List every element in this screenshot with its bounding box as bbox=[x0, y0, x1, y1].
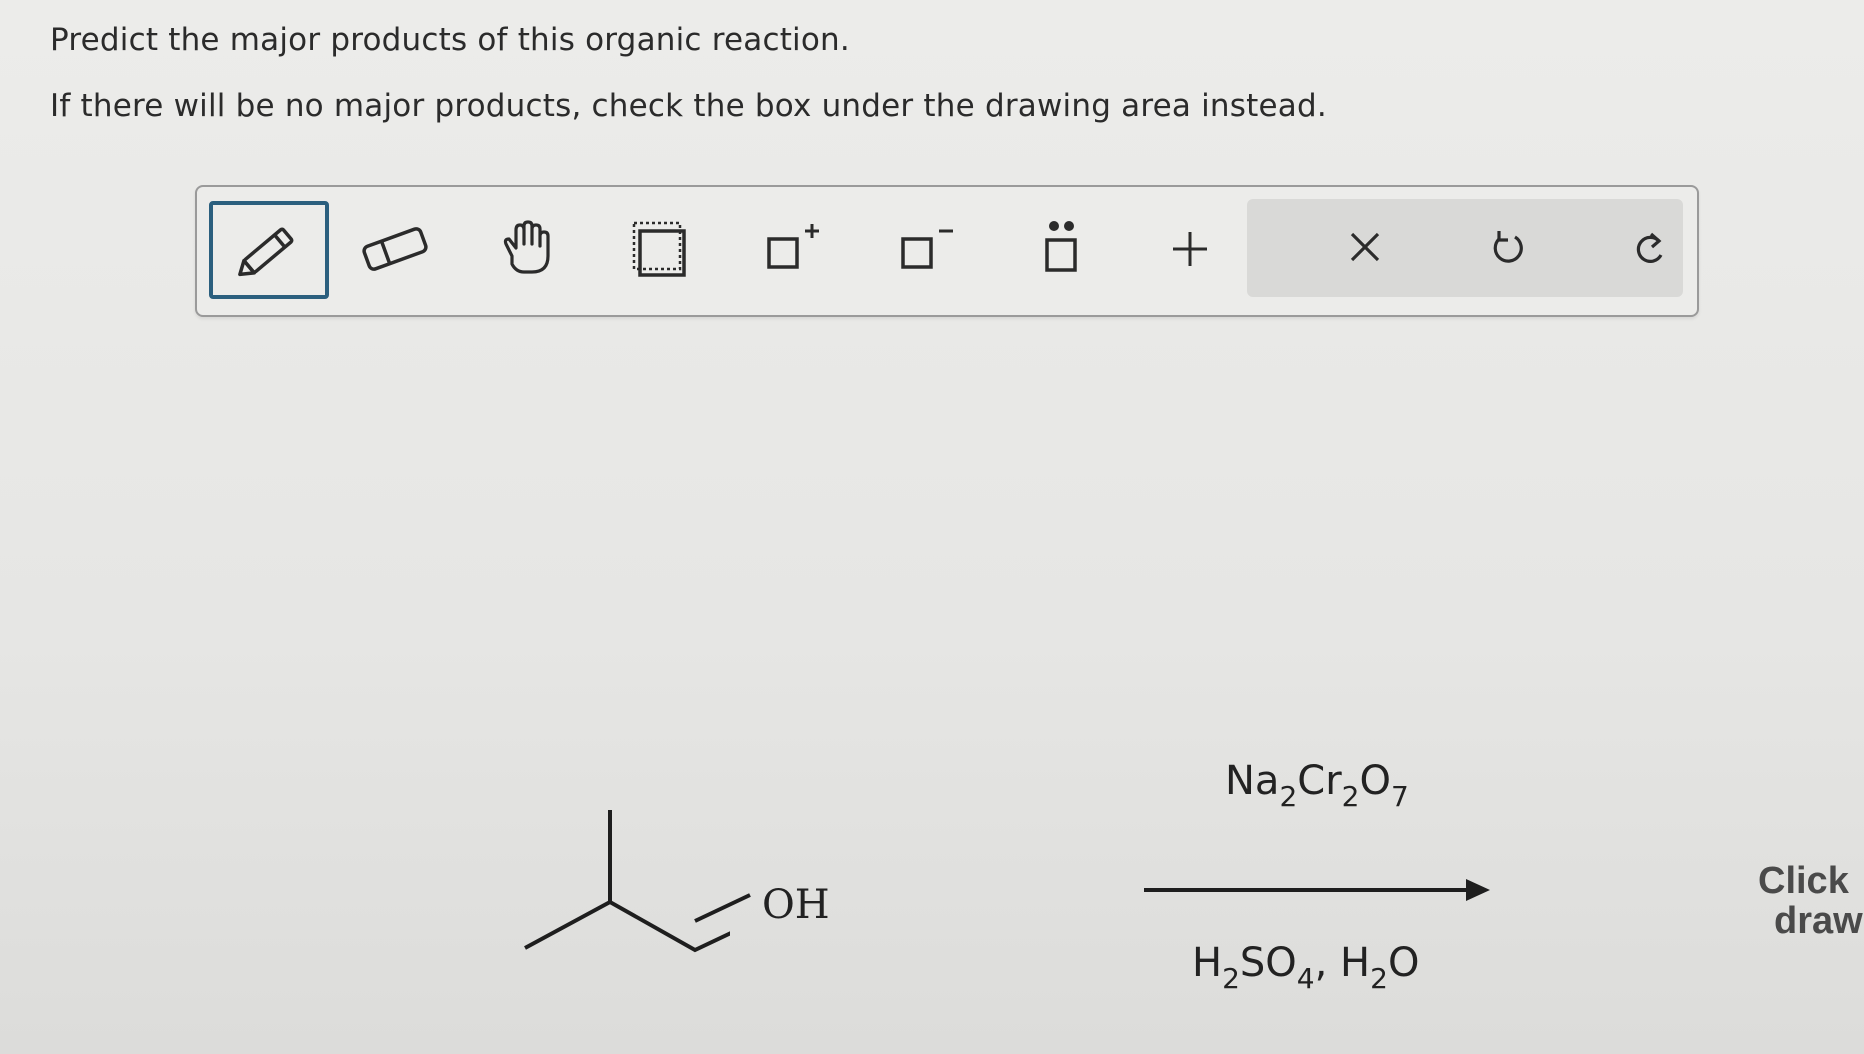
undo-icon bbox=[1493, 231, 1523, 263]
product-hint-line2[interactable]: draw bbox=[1774, 900, 1863, 943]
reaction-arrow bbox=[1144, 879, 1490, 901]
undo-button[interactable] bbox=[1449, 199, 1565, 295]
redo-icon bbox=[1636, 232, 1663, 263]
add-icon bbox=[1173, 232, 1207, 266]
pencil-tool-button[interactable] bbox=[209, 201, 329, 299]
hand-icon bbox=[503, 220, 550, 274]
move-tool-button[interactable] bbox=[469, 201, 585, 297]
negative-charge-button[interactable] bbox=[869, 201, 985, 297]
eraser-icon bbox=[362, 227, 428, 271]
bond-to-oh bbox=[694, 893, 751, 923]
negative-charge-icon bbox=[901, 229, 953, 269]
drawing-canvas[interactable]: OH Na2Cr2O7 H2SO4, H2O bbox=[0, 330, 1864, 1054]
product-hint-line1[interactable]: Click bbox=[1758, 860, 1849, 903]
redo-button[interactable] bbox=[1593, 199, 1709, 295]
lone-pair-icon bbox=[1045, 221, 1077, 272]
positive-charge-icon bbox=[767, 224, 819, 269]
drawing-toolbar bbox=[195, 185, 1699, 317]
close-icon bbox=[1350, 232, 1380, 262]
action-button-group bbox=[1247, 199, 1683, 297]
eraser-tool-button[interactable] bbox=[337, 201, 453, 297]
clear-button[interactable] bbox=[1307, 199, 1423, 295]
select-tool-button[interactable] bbox=[602, 201, 718, 297]
lone-pair-button[interactable] bbox=[1003, 201, 1119, 297]
positive-charge-button[interactable] bbox=[735, 201, 851, 297]
question-text-line2: If there will be no major products, chec… bbox=[50, 88, 1327, 124]
hydroxyl-label: OH bbox=[762, 882, 830, 928]
selection-box-icon bbox=[632, 221, 686, 277]
add-button[interactable] bbox=[1132, 201, 1248, 297]
pencil-icon bbox=[238, 227, 294, 277]
reagent-bottom: H2SO4, H2O bbox=[1192, 940, 1420, 995]
reagent-top: Na2Cr2O7 bbox=[1225, 758, 1409, 813]
question-text-line1: Predict the major products of this organ… bbox=[50, 22, 850, 58]
